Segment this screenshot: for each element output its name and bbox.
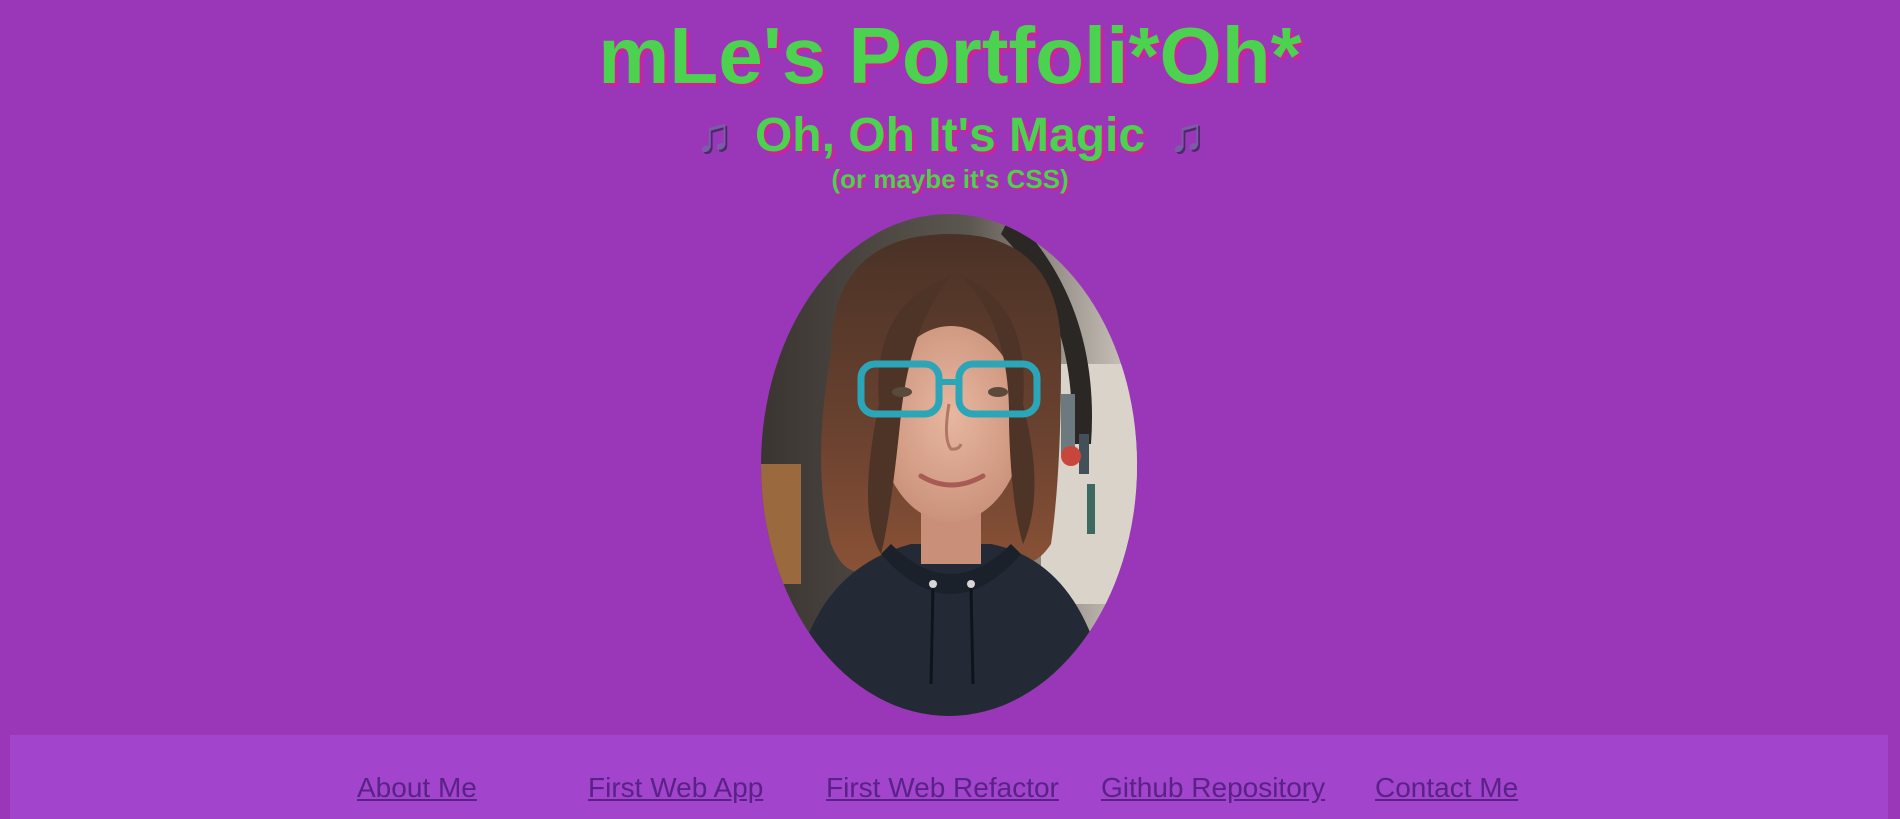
page-title: mLe's Portfoli*Oh* [598, 11, 1302, 100]
nav-link-contact-me[interactable]: Contact Me [1375, 771, 1518, 805]
main-navigation: About Me First Web App First Web Refacto… [10, 735, 1888, 819]
music-note-icon: ♫ [695, 109, 732, 162]
page-tagline: (or maybe it's CSS) [831, 164, 1069, 194]
music-note-icon: ♫ [1168, 109, 1205, 162]
nav-link-first-web-refactor[interactable]: First Web Refactor [826, 771, 1059, 805]
nav-link-github-repository[interactable]: Github Repository [1101, 771, 1325, 805]
nav-link-about-me[interactable]: About Me [357, 771, 477, 805]
subtitle-text: Oh, Oh It's Magic [754, 109, 1146, 162]
nav-link-first-web-app[interactable]: First Web App [588, 771, 763, 805]
profile-photo [761, 214, 1137, 716]
page-subtitle: ♫ Oh, Oh It's Magic ♫ [0, 108, 1900, 164]
